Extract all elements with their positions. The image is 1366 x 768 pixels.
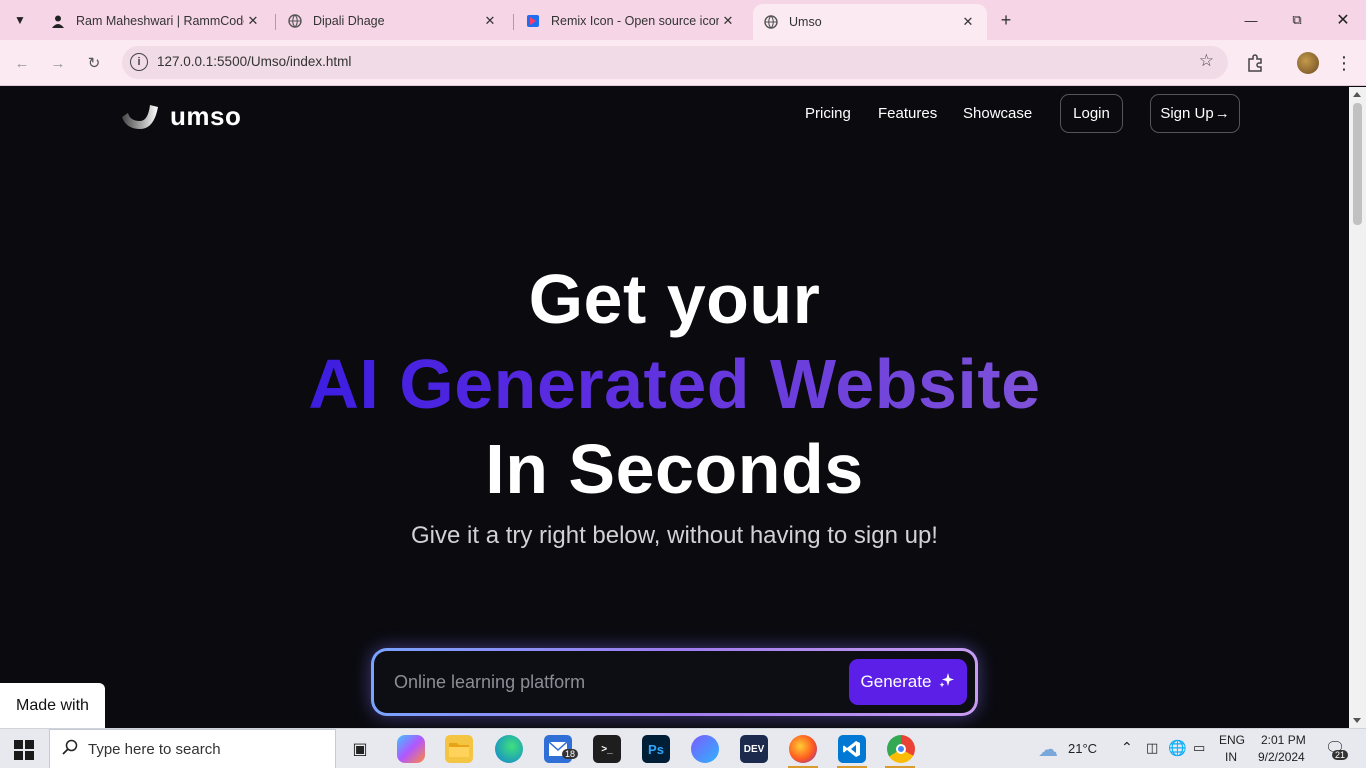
hero-subtitle: Give it a try right below, without havin…	[411, 522, 938, 549]
close-window-icon[interactable]: ✕	[1320, 8, 1366, 32]
hero-gradient-text: AI Generated Website	[308, 345, 1041, 423]
profile-avatar[interactable]	[1297, 52, 1319, 74]
sparkles-icon	[939, 672, 955, 692]
login-button[interactable]: Login	[1060, 94, 1123, 133]
tab-title: Dipali Dhage	[313, 14, 385, 28]
chrome-icon[interactable]	[887, 735, 915, 763]
generate-label: Generate	[860, 672, 932, 691]
photoshop-icon[interactable]: Ps	[642, 735, 670, 763]
network-globe-icon[interactable]: 🌐	[1168, 739, 1187, 757]
nav-features-link[interactable]: Features	[878, 105, 937, 122]
clock-time[interactable]: 2:01 PM	[1261, 733, 1306, 747]
close-tab-icon[interactable]: ✕	[719, 12, 737, 30]
tab-dipali-dhage[interactable]: Dipali Dhage ✕	[277, 6, 509, 36]
edge-icon[interactable]	[495, 735, 523, 763]
devtoys-icon[interactable]: DEV	[740, 735, 768, 763]
page-scrollbar[interactable]	[1349, 87, 1366, 728]
website-idea-input[interactable]	[394, 667, 834, 697]
taskbar-search-box[interactable]: Type here to search	[49, 729, 336, 768]
tab-title: Umso	[789, 15, 822, 29]
nav-pricing-link[interactable]: Pricing	[805, 105, 851, 122]
signup-button[interactable]: Sign Up →	[1150, 94, 1240, 133]
language-region[interactable]: IN	[1225, 750, 1237, 764]
arrow-right-icon: →	[1214, 105, 1230, 122]
file-explorer-icon[interactable]	[445, 735, 473, 763]
notification-count-badge: 21	[1332, 750, 1349, 760]
nav-showcase-link[interactable]: Showcase	[963, 105, 1032, 122]
site-info-icon[interactable]: i	[130, 53, 148, 71]
meet-now-icon[interactable]: ◫	[1146, 740, 1158, 756]
language-indicator[interactable]: ENG	[1219, 733, 1245, 747]
address-bar[interactable]: i 127.0.0.1:5500/Umso/index.html ☆	[122, 46, 1228, 79]
tab-rammcodes[interactable]: Ram Maheshwari | RammCodes ✕	[40, 6, 272, 36]
battery-icon[interactable]: ▭	[1193, 740, 1205, 756]
weather-temperature[interactable]: 21°C	[1068, 741, 1097, 756]
remix-favicon-icon	[525, 13, 541, 29]
chevron-up-icon[interactable]: ⌃	[1121, 739, 1133, 756]
reload-icon[interactable]: ↻	[83, 52, 105, 74]
extensions-puzzle-icon[interactable]	[1244, 52, 1266, 74]
tab-search-chevron-icon[interactable]: ▼	[6, 7, 34, 33]
logo-text: umso	[170, 101, 242, 131]
vscode-icon[interactable]	[838, 735, 866, 763]
globe-icon	[763, 14, 779, 30]
hero-title-line-1: Get your	[528, 260, 821, 338]
tab-divider	[513, 14, 514, 30]
back-arrow-icon[interactable]: ←	[11, 52, 33, 74]
close-tab-icon[interactable]: ✕	[481, 12, 499, 30]
tab-divider	[275, 14, 276, 30]
cloud-weather-icon[interactable]: ☁	[1034, 735, 1062, 763]
made-with-badge[interactable]: Made with	[0, 683, 105, 728]
tab-umso[interactable]: Umso ✕	[753, 4, 987, 40]
tab-remix-icon[interactable]: Remix Icon - Open source icon ✕	[515, 6, 747, 36]
generate-button[interactable]: Generate	[849, 659, 967, 705]
bookmark-star-icon[interactable]: ☆	[1199, 51, 1214, 71]
close-tab-icon[interactable]: ✕	[244, 12, 262, 30]
windows-start-icon[interactable]	[14, 740, 34, 760]
close-tab-icon[interactable]: ✕	[959, 13, 977, 31]
menu-kebab-icon[interactable]: ⋮	[1333, 52, 1355, 74]
copilot-icon[interactable]	[397, 735, 425, 763]
url-text[interactable]: 127.0.0.1:5500/Umso/index.html	[157, 54, 351, 69]
terminal-icon[interactable]: >_	[593, 735, 621, 763]
browser-toolbar: ← → ↻ i 127.0.0.1:5500/Umso/index.html ☆…	[0, 40, 1366, 86]
signup-label: Sign Up	[1160, 105, 1214, 122]
taskbar-search-placeholder: Type here to search	[88, 740, 221, 758]
power-automate-icon[interactable]	[691, 735, 719, 763]
webpage-viewport: umso Pricing Features Showcase Login Sig…	[0, 87, 1349, 728]
search-icon	[62, 739, 78, 760]
scroll-down-arrow-icon[interactable]	[1353, 718, 1361, 723]
hero-title-line-2: AI Generated Website	[0, 344, 1349, 424]
browser-tab-bar: ▼ Ram Maheshwari | RammCodes ✕ Dipali Dh…	[0, 0, 1366, 40]
hero-title-line-3: In Seconds	[485, 430, 864, 508]
task-view-icon[interactable]: ▣	[346, 735, 374, 763]
forward-arrow-icon[interactable]: →	[47, 52, 69, 74]
person-favicon-icon	[50, 13, 66, 29]
minimize-icon[interactable]: —	[1228, 8, 1274, 32]
scroll-up-arrow-icon[interactable]	[1353, 92, 1361, 97]
globe-icon	[287, 13, 303, 29]
logo-mark-icon	[120, 103, 160, 131]
clock-date[interactable]: 9/2/2024	[1258, 750, 1305, 764]
scrollbar-thumb[interactable]	[1353, 103, 1362, 225]
windows-taskbar: Type here to search ▣ 18 >_ Ps DEV ☁ 21°…	[0, 728, 1366, 768]
website-generator-box: Generate	[371, 648, 978, 716]
tab-title: Remix Icon - Open source icon	[551, 14, 719, 28]
restore-icon[interactable]: ⧉	[1274, 8, 1320, 32]
login-label: Login	[1073, 105, 1110, 122]
mail-unread-badge: 18	[562, 749, 579, 759]
new-tab-plus-icon[interactable]: +	[996, 10, 1016, 30]
tab-title: Ram Maheshwari | RammCodes	[76, 14, 244, 28]
umso-logo[interactable]: umso	[120, 101, 241, 132]
firefox-icon[interactable]	[789, 735, 817, 763]
